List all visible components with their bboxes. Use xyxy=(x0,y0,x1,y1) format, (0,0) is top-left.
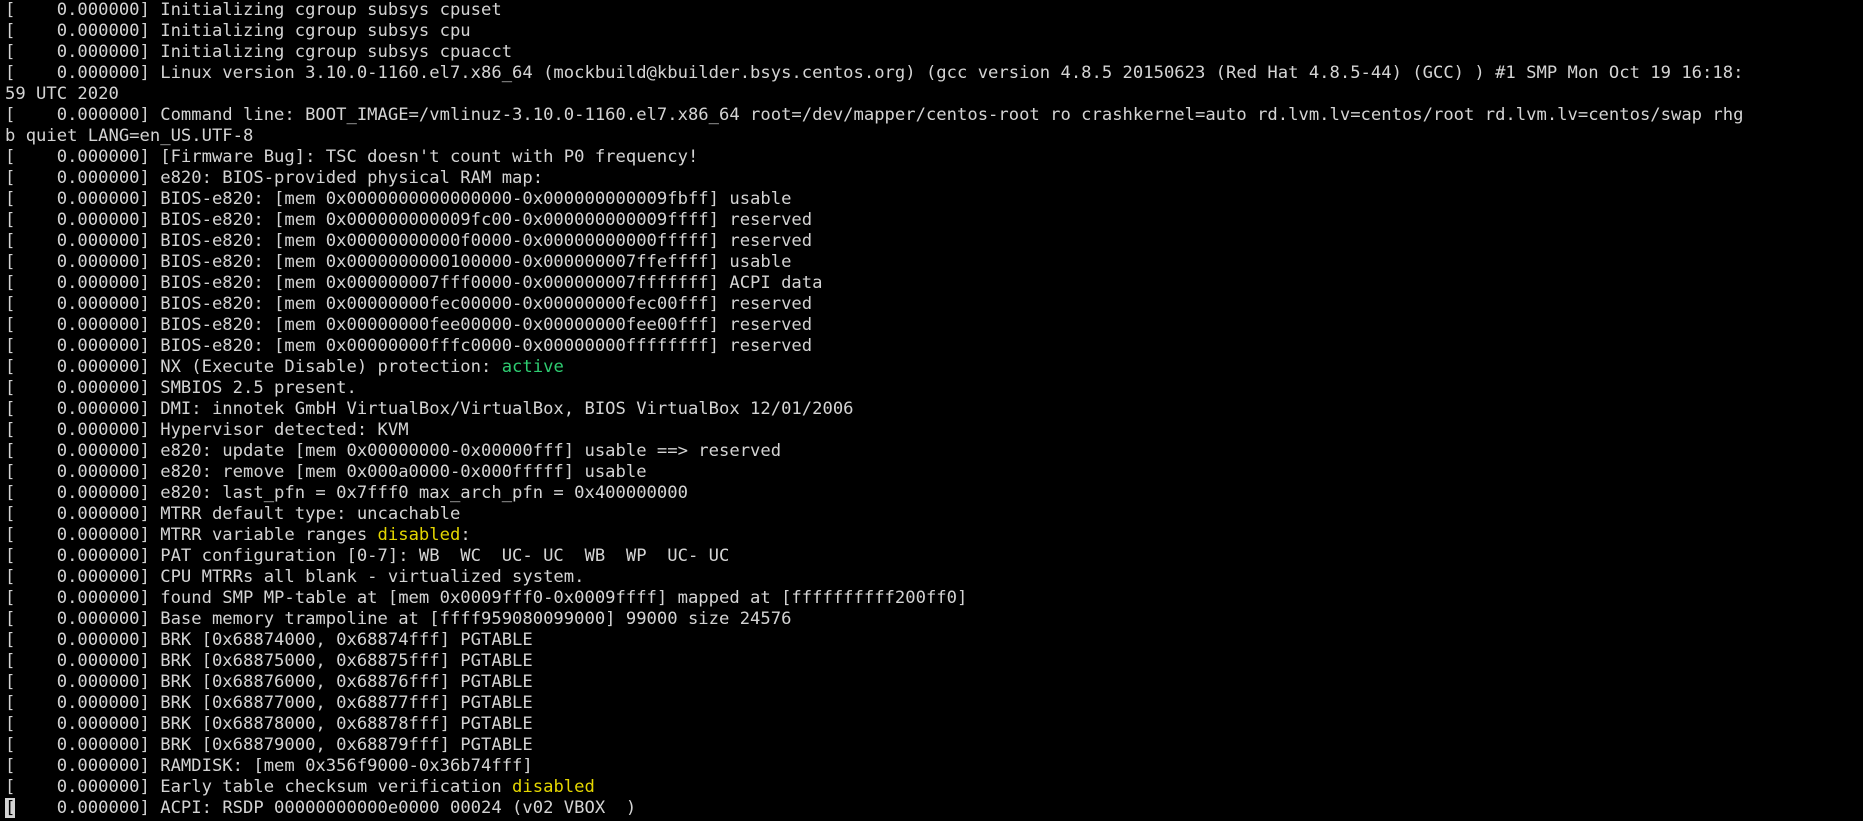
terminal-line: [ 0.000000] e820: remove [mem 0x000a0000… xyxy=(5,462,1863,483)
log-text: : xyxy=(460,525,471,545)
log-text: [ 0.000000] e820: BIOS-provided physical… xyxy=(5,168,544,188)
terminal-line: [ 0.000000] BRK [0x68874000, 0x68874fff]… xyxy=(5,630,1863,651)
log-text: [ 0.000000] Initializing cgroup subsys c… xyxy=(5,21,471,41)
terminal-window[interactable]: [ 0.000000] Initializing cgroup subsys c… xyxy=(0,0,1863,821)
terminal-cursor: [ xyxy=(5,798,16,818)
terminal-line: [ 0.000000] MTRR variable ranges disable… xyxy=(5,525,1863,546)
log-text: [ 0.000000] MTRR variable ranges xyxy=(5,525,378,545)
log-text: [ 0.000000] e820: update [mem 0x00000000… xyxy=(5,441,782,461)
log-text: [ 0.000000] Base memory trampoline at [f… xyxy=(5,609,792,629)
log-text: [ 0.000000] BRK [0x68877000, 0x68877fff]… xyxy=(5,693,533,713)
log-text: [ 0.000000] Linux version 3.10.0-1160.el… xyxy=(5,63,1744,83)
log-text: [ 0.000000] e820: remove [mem 0x000a0000… xyxy=(5,462,647,482)
log-text: [ 0.000000] BIOS-e820: [mem 0x0000000000… xyxy=(5,231,813,251)
terminal-line: [ 0.000000] BIOS-e820: [mem 0x00000000ff… xyxy=(5,336,1863,357)
log-text: [ 0.000000] BIOS-e820: [mem 0x0000000000… xyxy=(5,210,813,230)
terminal-line: [ 0.000000] DMI: innotek GmbH VirtualBox… xyxy=(5,399,1863,420)
log-text: [ 0.000000] Initializing cgroup subsys c… xyxy=(5,42,513,62)
log-text: [ 0.000000] Command line: BOOT_IMAGE=/vm… xyxy=(5,105,1744,125)
terminal-line: [ 0.000000] Initializing cgroup subsys c… xyxy=(5,42,1863,63)
log-text: [ 0.000000] BRK [0x68876000, 0x68876fff]… xyxy=(5,672,533,692)
terminal-line: [ 0.000000] ACPI: RSDP 00000000000e0000 … xyxy=(5,798,1863,819)
log-text: [ 0.000000] BRK [0x68878000, 0x68878fff]… xyxy=(5,714,533,734)
log-text: [ 0.000000] RAMDISK: [mem 0x356f9000-0x3… xyxy=(5,756,533,776)
terminal-line: [ 0.000000] PAT configuration [0-7]: WB … xyxy=(5,546,1863,567)
log-text: [ 0.000000] Initializing cgroup subsys c… xyxy=(5,0,502,20)
terminal-line: b quiet LANG=en_US.UTF-8 xyxy=(5,126,1863,147)
terminal-line: [ 0.000000] e820: BIOS-provided physical… xyxy=(5,168,1863,189)
terminal-line: [ 0.000000] BRK [0x68876000, 0x68876fff]… xyxy=(5,672,1863,693)
terminal-line: [ 0.000000] SMBIOS 2.5 present. xyxy=(5,378,1863,399)
terminal-line: [ 0.000000] [Firmware Bug]: TSC doesn't … xyxy=(5,147,1863,168)
log-text: [ 0.000000] e820: last_pfn = 0x7fff0 max… xyxy=(5,483,688,503)
terminal-line: [ 0.000000] BIOS-e820: [mem 0x00000000fe… xyxy=(5,294,1863,315)
terminal-line: [ 0.000000] Linux version 3.10.0-1160.el… xyxy=(5,63,1863,84)
log-text: [ 0.000000] SMBIOS 2.5 present. xyxy=(5,378,357,398)
terminal-line: 59 UTC 2020 xyxy=(5,84,1863,105)
log-text: [ 0.000000] BIOS-e820: [mem 0x000000007f… xyxy=(5,273,823,293)
terminal-line: [ 0.000000] found SMP MP-table at [mem 0… xyxy=(5,588,1863,609)
terminal-line: [ 0.000000] BRK [0x68878000, 0x68878fff]… xyxy=(5,714,1863,735)
terminal-line: [ 0.000000] Command line: BOOT_IMAGE=/vm… xyxy=(5,105,1863,126)
log-text: [ 0.000000] Early table checksum verific… xyxy=(5,777,513,797)
log-text: [ 0.000000] [Firmware Bug]: TSC doesn't … xyxy=(5,147,699,167)
terminal-line: [ 0.000000] BRK [0x68879000, 0x68879fff]… xyxy=(5,735,1863,756)
status-text: disabled xyxy=(512,777,595,797)
terminal-line: [ 0.000000] BIOS-e820: [mem 0x0000000000… xyxy=(5,210,1863,231)
log-text: [ 0.000000] BIOS-e820: [mem 0x00000000fe… xyxy=(5,294,813,314)
log-text: [ 0.000000] Hypervisor detected: KVM xyxy=(5,420,409,440)
terminal-line: [ 0.000000] NX (Execute Disable) protect… xyxy=(5,357,1863,378)
terminal-line: [ 0.000000] e820: last_pfn = 0x7fff0 max… xyxy=(5,483,1863,504)
terminal-line: [ 0.000000] BIOS-e820: [mem 0x00000000fe… xyxy=(5,315,1863,336)
log-text: [ 0.000000] BIOS-e820: [mem 0x0000000000… xyxy=(5,252,792,272)
status-text: disabled xyxy=(377,525,461,545)
terminal-line: [ 0.000000] e820: update [mem 0x00000000… xyxy=(5,441,1863,462)
terminal-line: [ 0.000000] Base memory trampoline at [f… xyxy=(5,609,1863,630)
terminal-line: [ 0.000000] BIOS-e820: [mem 0x0000000000… xyxy=(5,252,1863,273)
log-text: [ 0.000000] PAT configuration [0-7]: WB … xyxy=(5,546,730,566)
log-text: 0.000000] ACPI: RSDP 00000000000e0000 00… xyxy=(15,798,637,818)
terminal-line: [ 0.000000] Hypervisor detected: KVM xyxy=(5,420,1863,441)
log-text: [ 0.000000] BRK [0x68875000, 0x68875fff]… xyxy=(5,651,533,671)
log-text: [ 0.000000] NX (Execute Disable) protect… xyxy=(5,357,502,377)
log-text: [ 0.000000] BIOS-e820: [mem 0x00000000ff… xyxy=(5,336,813,356)
log-text: [ 0.000000] found SMP MP-table at [mem 0… xyxy=(5,588,968,608)
log-text: [ 0.000000] DMI: innotek GmbH VirtualBox… xyxy=(5,399,854,419)
log-text: 59 UTC 2020 xyxy=(5,84,119,104)
terminal-line: [ 0.000000] RAMDISK: [mem 0x356f9000-0x3… xyxy=(5,756,1863,777)
terminal-line: [ 0.000000] Early table checksum verific… xyxy=(5,777,1863,798)
log-text: [ 0.000000] BIOS-e820: [mem 0x00000000fe… xyxy=(5,315,813,335)
terminal-line: [ 0.000000] MTRR default type: uncachabl… xyxy=(5,504,1863,525)
terminal-line: [ 0.000000] BIOS-e820: [mem 0x0000000000… xyxy=(5,231,1863,252)
terminal-line: [ 0.000000] Initializing cgroup subsys c… xyxy=(5,0,1863,21)
terminal-line: [ 0.000000] Initializing cgroup subsys c… xyxy=(5,21,1863,42)
log-text: [ 0.000000] BRK [0x68874000, 0x68874fff]… xyxy=(5,630,533,650)
log-text: [ 0.000000] MTRR default type: uncachabl… xyxy=(5,504,461,524)
log-text: [ 0.000000] CPU MTRRs all blank - virtua… xyxy=(5,567,585,587)
log-text: [ 0.000000] BIOS-e820: [mem 0x0000000000… xyxy=(5,189,792,209)
terminal-line: [ 0.000000] BRK [0x68875000, 0x68875fff]… xyxy=(5,651,1863,672)
log-text: b quiet LANG=en_US.UTF-8 xyxy=(5,126,254,146)
terminal-line: [ 0.000000] BRK [0x68877000, 0x68877fff]… xyxy=(5,693,1863,714)
log-text: [ 0.000000] BRK [0x68879000, 0x68879fff]… xyxy=(5,735,533,755)
terminal-line: [ 0.000000] BIOS-e820: [mem 0x0000000000… xyxy=(5,189,1863,210)
terminal-line: [ 0.000000] BIOS-e820: [mem 0x000000007f… xyxy=(5,273,1863,294)
terminal-line: [ 0.000000] CPU MTRRs all blank - virtua… xyxy=(5,567,1863,588)
status-text: active xyxy=(501,357,564,377)
